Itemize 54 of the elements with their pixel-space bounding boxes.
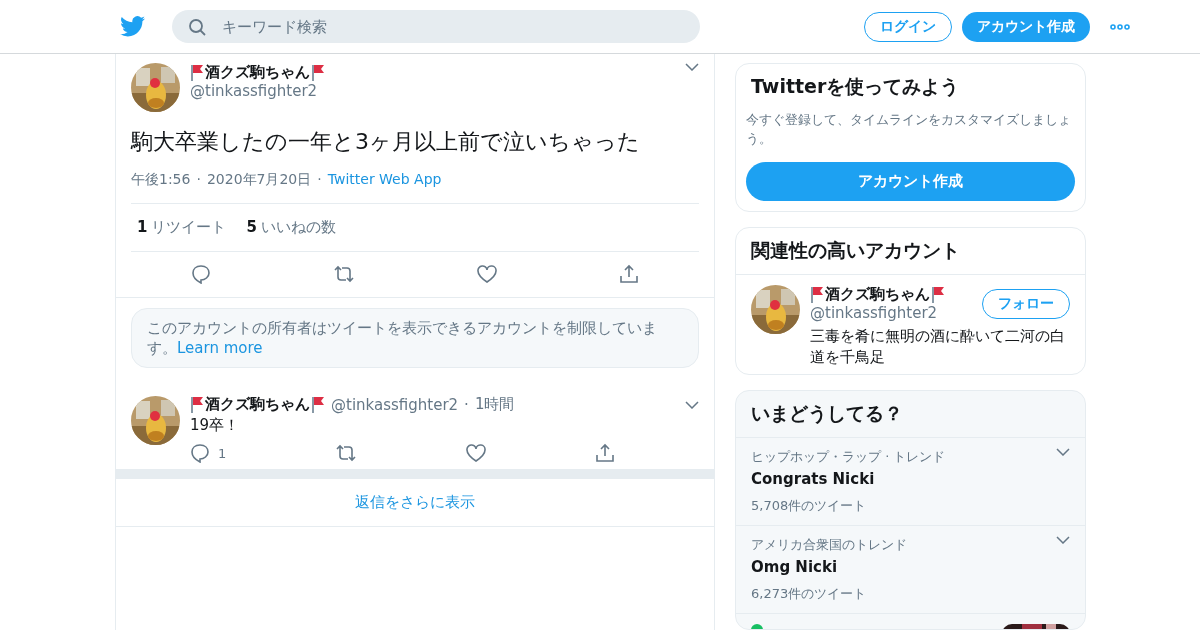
sign-up-button[interactable]: アカウント作成 xyxy=(746,162,1075,201)
learn-more-link[interactable]: Learn more xyxy=(177,339,263,357)
show-more-link[interactable]: 返信をさらに表示 xyxy=(116,479,714,527)
tweet-time: 午後1:56 xyxy=(131,171,191,189)
card-title: 関連性の高いアカウント xyxy=(750,238,961,264)
share-icon[interactable] xyxy=(619,264,639,284)
reply-text: 19卒！ xyxy=(190,416,241,435)
retweet-icon[interactable] xyxy=(335,444,358,462)
separator-dot: · xyxy=(196,171,201,189)
card-title: Twitterを使ってみよう xyxy=(750,74,961,99)
user-handle: @tinkassfighter2 xyxy=(331,395,459,414)
reply-icon[interactable] xyxy=(190,443,210,463)
user-name: 酒クズ駒ちゃん xyxy=(205,395,310,414)
retweet-icon[interactable] xyxy=(333,265,355,283)
heart-icon[interactable] xyxy=(466,444,487,462)
search-field[interactable]: キーワード検索 xyxy=(172,10,700,43)
like-count[interactable]: 5 いいねの数 xyxy=(246,218,336,237)
search-icon xyxy=(188,18,206,36)
trend-item[interactable]: ヒップホップ・ラップ · トレンド Congrats Nicki 5,708件のツイート xyxy=(736,437,1085,525)
user-name: 酒クズ駒ちゃん xyxy=(205,63,310,82)
login-button[interactable]: ログイン xyxy=(864,11,952,42)
reply-button[interactable]: 1 xyxy=(190,443,227,463)
chevron-down-icon[interactable] xyxy=(685,400,699,409)
separator-dot: · xyxy=(317,171,322,189)
separator-dot: · xyxy=(464,395,469,414)
trend-name: Omg Nicki xyxy=(751,558,839,576)
tweet-count: 6,273件のツイート xyxy=(751,585,868,603)
heart-icon[interactable] xyxy=(477,265,497,283)
tweet-text: 駒大卒業したの一年と3ヶ月以上前で泣いちゃった xyxy=(131,128,641,156)
user-bio: 三毒を肴に無明の酒に酔いて二河の白道を千鳥足 xyxy=(810,326,1066,369)
trend-context: アメリカ合衆国のトレンド xyxy=(751,536,908,554)
chevron-down-icon[interactable] xyxy=(685,63,699,71)
chevron-down-icon[interactable] xyxy=(1056,448,1070,456)
follow-button[interactable]: フォロー xyxy=(982,288,1070,319)
trend-name: Congrats Nicki xyxy=(751,470,876,488)
bird-logo[interactable] xyxy=(120,16,145,37)
notice-text: このアカウントの所有者はツイートを表示できるアカウントを制限しています。Learn more xyxy=(131,308,699,368)
tweet-date: 2020年7月20日 xyxy=(206,171,312,189)
card-text: 今すぐ登録して、タイムラインをカスタマイズしましょう。 xyxy=(745,111,1072,148)
retweet-count[interactable]: 1 リツイート xyxy=(137,218,227,237)
user-handle: @tinkassfighter2 xyxy=(190,82,319,100)
source-link[interactable]: Twitter Web App xyxy=(327,171,442,189)
sign-up-button[interactable]: アカウント作成 xyxy=(962,11,1090,42)
trend-item[interactable]: アメリカ合衆国のトレンド Omg Nicki 6,273件のツイート xyxy=(736,525,1085,613)
reply-icon[interactable] xyxy=(191,264,211,284)
card-title: いまどうしてる？ xyxy=(750,401,904,426)
user-name: 酒クズ駒ちゃん xyxy=(825,285,930,305)
reply-time: 1時間 xyxy=(474,395,515,414)
user-handle: @tinkassfighter2 xyxy=(810,304,939,323)
more-icon[interactable] xyxy=(1110,23,1130,30)
chevron-down-icon[interactable] xyxy=(1056,536,1070,544)
share-icon[interactable] xyxy=(595,443,615,463)
trend-context: ヒップホップ・ラップ · トレンド xyxy=(751,448,947,466)
tweet-count: 5,708件のツイート xyxy=(751,497,868,515)
